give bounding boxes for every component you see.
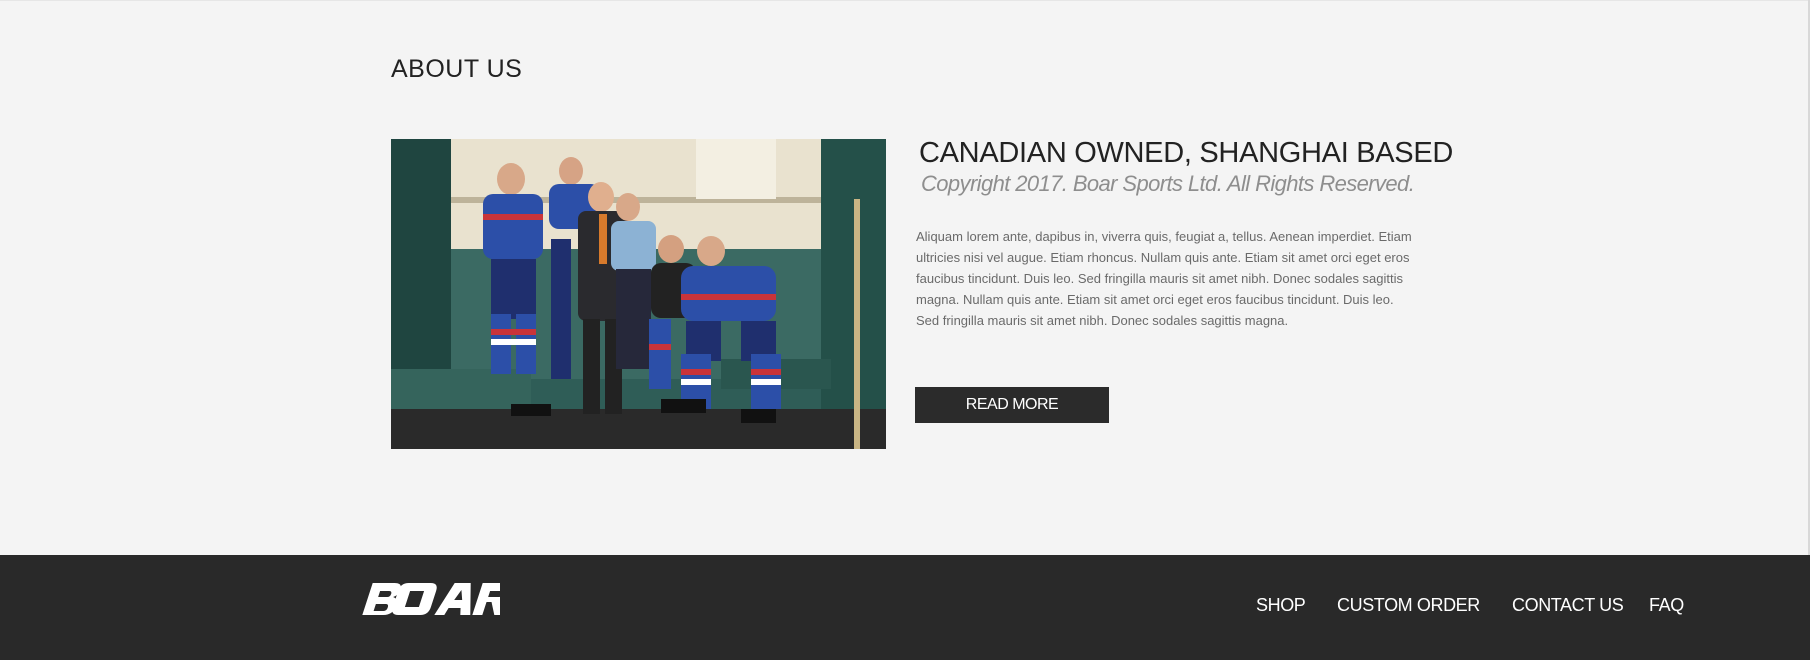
section-title: ABOUT US <box>391 55 523 83</box>
team-photo <box>391 139 886 449</box>
about-headline: CANADIAN OWNED, SHANGHAI BASED <box>919 137 1454 169</box>
footer-nav-shop[interactable]: SHOP <box>1256 595 1306 616</box>
footer-nav-contact-us[interactable]: CONTACT US <box>1512 595 1624 616</box>
hockey-team-photo-illustration <box>391 139 886 449</box>
footer-nav-custom-order[interactable]: CUSTOM ORDER <box>1337 595 1480 616</box>
site-footer: SHOP CUSTOM ORDER CONTACT US FAQ <box>0 555 1810 660</box>
copyright-text: Copyright 2017. Boar Sports Ltd. All Rig… <box>921 171 1415 196</box>
footer-nav-faq[interactable]: FAQ <box>1649 595 1684 616</box>
top-divider <box>0 0 1810 1</box>
footer-nav: SHOP CUSTOM ORDER CONTACT US FAQ <box>0 595 1810 625</box>
about-body-text: Aliquam lorem ante, dapibus in, viverra … <box>916 229 1412 328</box>
read-more-button[interactable]: READ MORE <box>915 387 1109 423</box>
